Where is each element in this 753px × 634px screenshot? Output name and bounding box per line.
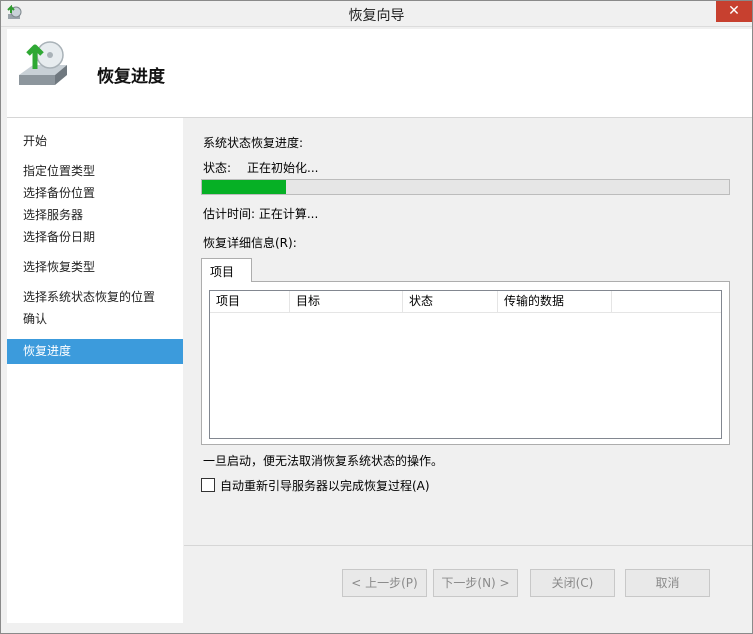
step-location-type[interactable]: 指定位置类型 [23, 162, 95, 179]
status-label: 状态: [203, 161, 232, 175]
back-button[interactable]: < 上一步(P) [342, 569, 427, 597]
footer-divider [184, 545, 752, 546]
details-tab-panel: 项目 目标 状态 传输的数据 [201, 281, 730, 445]
auto-reboot-label[interactable]: 自动重新引导服务器以完成恢复过程(A) [220, 477, 430, 494]
column-target[interactable]: 目标 [290, 291, 403, 312]
step-backup-location[interactable]: 选择备份位置 [23, 184, 95, 201]
page-title: 恢复进度 [97, 67, 165, 87]
next-button[interactable]: 下一步(N) > [433, 569, 518, 597]
close-button[interactable]: 关闭(C) [530, 569, 615, 597]
cancel-button[interactable]: 取消 [625, 569, 710, 597]
progress-fill [202, 180, 287, 194]
warning-text: 一旦启动，便无法取消恢复系统状态的操作。 [203, 454, 444, 468]
column-item[interactable]: 项目 [210, 291, 290, 312]
step-recovery-type[interactable]: 选择恢复类型 [23, 258, 95, 275]
step-confirm[interactable]: 确认 [23, 310, 47, 327]
restore-progress-bar [201, 179, 730, 195]
wizard-header: 恢复进度 [7, 29, 752, 118]
title-bar[interactable]: 恢复向导 ✕ [1, 1, 752, 27]
window-title: 恢复向导 [348, 8, 405, 24]
column-transferred[interactable]: 传输的数据 [498, 291, 612, 312]
restore-wizard-window: 恢复向导 ✕ 恢复进度 开始 指定位置类型 选择备份位置 选择服务器 选择备份日… [0, 0, 753, 634]
wizard-content: 系统状态恢复进度: 状态: 正在初始化... 估计时间: 正在计算... 恢复详… [184, 118, 752, 633]
restore-drive-icon [19, 41, 67, 85]
close-window-button[interactable]: ✕ [716, 1, 752, 22]
step-progress-active[interactable]: 恢复进度 [7, 339, 183, 364]
tab-items[interactable]: 项目 [201, 258, 252, 282]
wizard-steps-sidebar: 开始 指定位置类型 选择备份位置 选择服务器 选择备份日期 选择恢复类型 选择系… [7, 118, 183, 623]
restore-items-list[interactable]: 项目 目标 状态 传输的数据 [209, 290, 722, 439]
progress-heading: 系统状态恢复进度: [203, 136, 304, 150]
step-select-server[interactable]: 选择服务器 [23, 206, 83, 223]
details-label: 恢复详细信息(R): [203, 236, 297, 250]
step-backup-date[interactable]: 选择备份日期 [23, 228, 95, 245]
step-system-state-location[interactable]: 选择系统状态恢复的位置 [23, 288, 155, 305]
step-start[interactable]: 开始 [23, 132, 47, 149]
column-status[interactable]: 状态 [403, 291, 498, 312]
list-header: 项目 目标 状态 传输的数据 [210, 291, 721, 313]
tab-items-label: 项目 [210, 265, 235, 279]
eta-text: 估计时间: 正在计算... [203, 207, 319, 221]
status-value: 正在初始化... [247, 161, 319, 175]
auto-reboot-checkbox[interactable] [201, 478, 215, 492]
